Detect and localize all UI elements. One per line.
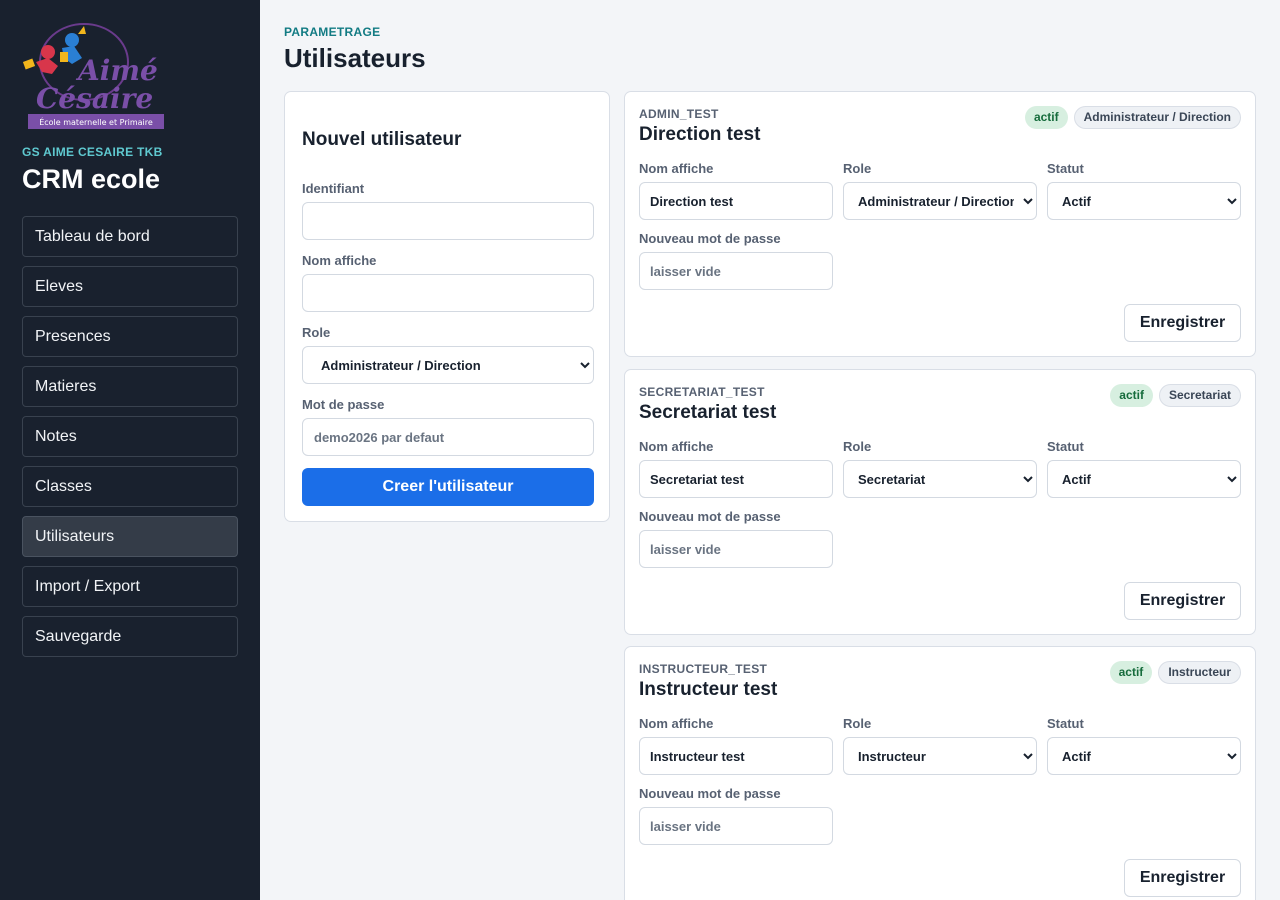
user-card: ADMIN_TEST Direction test actif Administ… xyxy=(624,91,1256,357)
role-badge: Instructeur xyxy=(1158,661,1241,684)
new-password-input[interactable] xyxy=(639,252,833,290)
statut-label: Statut xyxy=(1047,439,1084,454)
sidebar-item-import-export[interactable]: Import / Export xyxy=(22,566,238,607)
role-label: Role xyxy=(302,325,331,340)
statut-select[interactable]: Actif xyxy=(1047,460,1241,498)
status-badge: actif xyxy=(1024,106,1068,129)
statut-label: Statut xyxy=(1047,716,1084,731)
new-password-label: Nouveau mot de passe xyxy=(639,231,781,246)
role-badge: Administrateur / Direction xyxy=(1073,106,1241,129)
sidebar-item-utilisateurs[interactable]: Utilisateurs xyxy=(22,516,238,557)
nom-affiche-input[interactable] xyxy=(639,737,833,775)
new-password-label: Nouveau mot de passe xyxy=(639,509,781,524)
nom-affiche-input[interactable] xyxy=(302,274,594,312)
new-password-input[interactable] xyxy=(639,530,833,568)
new-user-card: Nouvel utilisateur Identifiant Nom affic… xyxy=(284,91,610,522)
user-login: ADMIN_TEST xyxy=(639,107,719,121)
user-badges: actif Secretariat xyxy=(1110,384,1241,407)
nom-affiche-input[interactable] xyxy=(639,182,833,220)
nom-affiche-input[interactable] xyxy=(639,460,833,498)
role-label: Role xyxy=(843,716,872,731)
page-eyebrow: PARAMETRAGE xyxy=(284,25,381,39)
new-password-label: Nouveau mot de passe xyxy=(639,786,781,801)
school-code: GS AIME CESAIRE TKB xyxy=(22,145,163,159)
save-button[interactable]: Enregistrer xyxy=(1124,859,1241,897)
sidebar-item-notes[interactable]: Notes xyxy=(22,416,238,457)
status-badge: actif xyxy=(1109,661,1153,684)
user-badges: actif Instructeur xyxy=(1109,661,1241,684)
user-login: SECRETARIAT_TEST xyxy=(639,385,765,399)
user-badges: actif Administrateur / Direction xyxy=(1024,106,1241,129)
role-badge: Secretariat xyxy=(1158,384,1241,407)
user-display-name: Direction test xyxy=(639,124,761,145)
nom-affiche-label: Nom affiche xyxy=(639,161,714,176)
sidebar: Aimé Césaire École maternelle et Primair… xyxy=(0,0,260,900)
status-badge: actif xyxy=(1110,384,1153,407)
statut-select[interactable]: Actif xyxy=(1047,737,1241,775)
role-label: Role xyxy=(843,161,872,176)
school-logo: Aimé Césaire École maternelle et Primair… xyxy=(22,23,164,129)
save-button[interactable]: Enregistrer xyxy=(1124,582,1241,620)
role-select[interactable]: Administrateur / Direction xyxy=(302,346,594,384)
user-card: SECRETARIAT_TEST Secretariat test actif … xyxy=(624,369,1256,635)
create-user-button[interactable]: Creer l'utilisateur xyxy=(302,468,594,506)
role-select[interactable]: Administrateur / Direction xyxy=(843,182,1037,220)
sidebar-nav: Tableau de bord Eleves Presences Matiere… xyxy=(22,216,238,666)
user-card: INSTRUCTEUR_TEST Instructeur test actif … xyxy=(624,646,1256,900)
nom-affiche-label: Nom affiche xyxy=(302,253,377,268)
new-password-input[interactable] xyxy=(639,807,833,845)
user-display-name: Instructeur test xyxy=(639,679,778,700)
nom-affiche-label: Nom affiche xyxy=(639,716,714,731)
save-button[interactable]: Enregistrer xyxy=(1124,304,1241,342)
nom-affiche-label: Nom affiche xyxy=(639,439,714,454)
role-label: Role xyxy=(843,439,872,454)
password-input[interactable] xyxy=(302,418,594,456)
password-label: Mot de passe xyxy=(302,397,385,412)
role-select[interactable]: Instructeur xyxy=(843,737,1037,775)
new-user-title: Nouvel utilisateur xyxy=(302,129,462,150)
app-name: CRM ecole xyxy=(22,164,161,194)
sidebar-item-classes[interactable]: Classes xyxy=(22,466,238,507)
svg-text:Césaire: Césaire xyxy=(36,82,153,115)
sidebar-item-eleves[interactable]: Eleves xyxy=(22,266,238,307)
statut-select[interactable]: Actif xyxy=(1047,182,1241,220)
page-title: Utilisateurs xyxy=(284,43,426,73)
user-display-name: Secretariat test xyxy=(639,402,777,423)
user-login: INSTRUCTEUR_TEST xyxy=(639,662,768,676)
identifiant-label: Identifiant xyxy=(302,181,365,196)
sidebar-item-tableau-de-bord[interactable]: Tableau de bord xyxy=(22,216,238,257)
sidebar-item-presences[interactable]: Presences xyxy=(22,316,238,357)
svg-text:École maternelle et Primaire: École maternelle et Primaire xyxy=(39,116,153,127)
sidebar-item-matieres[interactable]: Matieres xyxy=(22,366,238,407)
statut-label: Statut xyxy=(1047,161,1084,176)
role-select[interactable]: Secretariat xyxy=(843,460,1037,498)
identifiant-input[interactable] xyxy=(302,202,594,240)
sidebar-item-sauvegarde[interactable]: Sauvegarde xyxy=(22,616,238,657)
